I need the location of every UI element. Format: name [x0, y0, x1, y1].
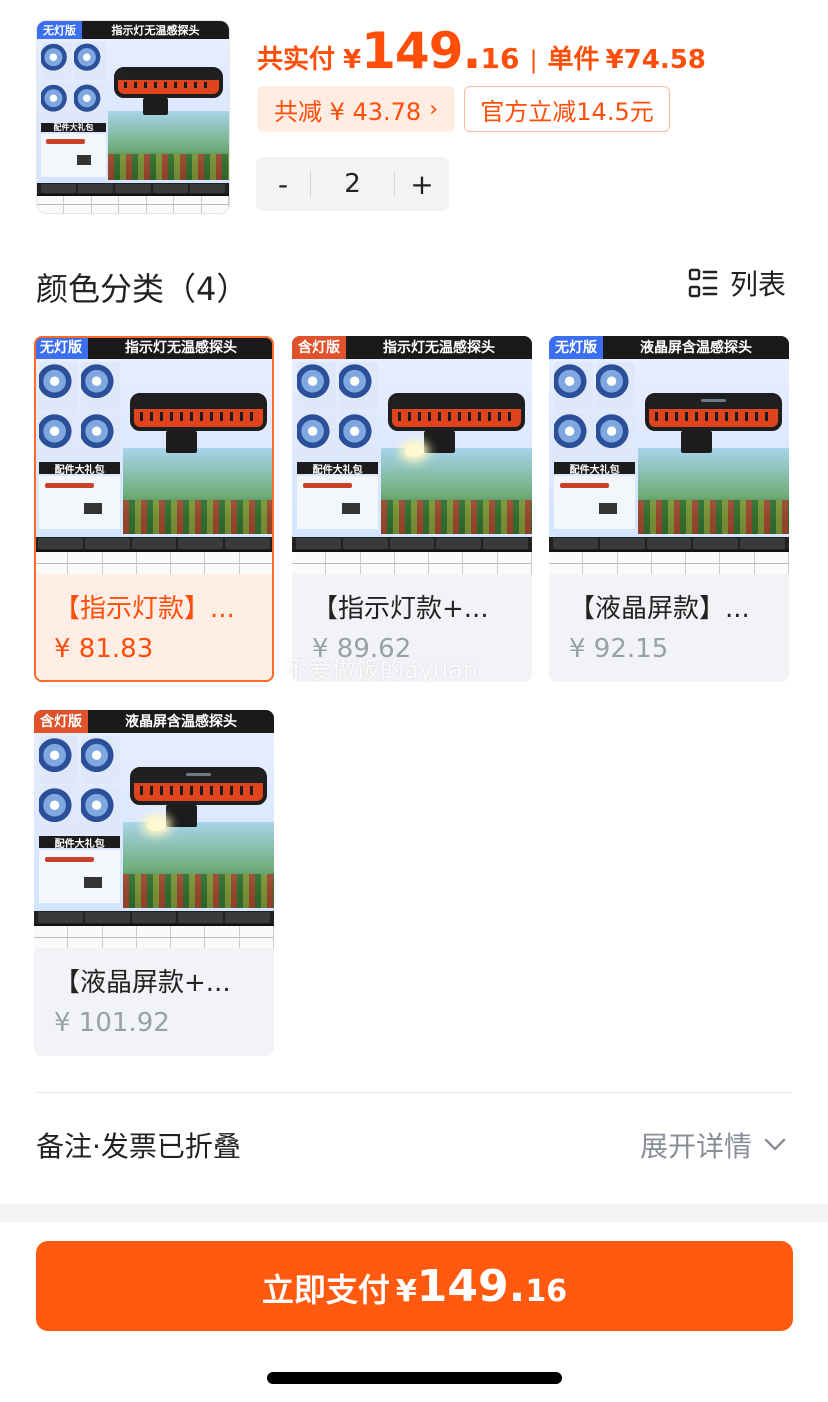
- cooling-fan-device: [130, 767, 267, 806]
- list-view-label: 列表: [730, 268, 787, 301]
- variant-image: 无灯版 液晶屏含温感探头 配件大礼包: [549, 336, 789, 574]
- cooling-fan-device: [388, 393, 525, 432]
- feature-thumbnails: [40, 42, 107, 121]
- gift-pack-label: 配件大礼包: [40, 122, 107, 133]
- unit-price-label: 单件: [547, 45, 600, 75]
- feature-icons-strip: [37, 183, 229, 194]
- variant-name: 【液晶屏款】...: [569, 594, 750, 624]
- variant-image: 含灯版 液晶屏含温感探头 配件大礼包: [34, 710, 274, 948]
- pay-currency: ¥: [395, 1274, 417, 1309]
- variant-headline: 指示灯无温感探头: [125, 340, 237, 357]
- list-view-toggle[interactable]: 列表: [688, 266, 787, 301]
- total-price-decimal: 16: [480, 42, 520, 75]
- variant-card[interactable]: 含灯版 指示灯无温感探头 配件大礼包 【指示灯款+... ¥ 89.62: [292, 336, 532, 682]
- total-price-label: 共实付: [257, 45, 336, 75]
- section-separator: [0, 1204, 828, 1222]
- quantity-value[interactable]: 2: [311, 169, 394, 199]
- variant-name: 【指示灯款+...: [312, 594, 489, 624]
- currency-symbol: ¥: [343, 45, 362, 75]
- watermark-text: 不爱做饭的ayuan: [284, 656, 479, 684]
- cooling-fan-device: [113, 67, 224, 98]
- variant-tag: 含灯版: [292, 336, 346, 359]
- divider: [36, 1092, 792, 1093]
- pay-now-button[interactable]: 立即支付 ¥ 149. 16: [36, 1241, 793, 1331]
- cooling-fan-device: [130, 393, 267, 432]
- gift-pack-label: 配件大礼包: [38, 462, 121, 476]
- variant-price: ¥ 92.15: [569, 634, 669, 664]
- spec-table: [37, 193, 229, 213]
- variant-name: 【液晶屏款+...: [54, 968, 231, 998]
- expand-details-button[interactable]: 展开详情: [640, 1125, 786, 1165]
- cooling-fan-device: [645, 393, 782, 432]
- variant-image: 无灯版 指示灯无温感探头 配件大礼包: [36, 338, 272, 574]
- variant-image: 含灯版 指示灯无温感探头 配件大礼包: [292, 336, 532, 574]
- variant-price: ¥ 81.83: [54, 634, 154, 664]
- discount-label: 共减 ¥ 43.78: [273, 97, 422, 126]
- chevron-right-icon: ›: [429, 96, 439, 122]
- image-variant-tag: 无灯版: [37, 21, 82, 40]
- gift-pack-label: 配件大礼包: [38, 836, 121, 850]
- gift-pack-contents: [40, 134, 107, 177]
- variant-tag: 含灯版: [34, 710, 88, 733]
- notes-invoice-label: 备注·发票已折叠: [36, 1130, 241, 1163]
- variants-section-title: 颜色分类（4）: [36, 270, 249, 308]
- pay-amount-decimal: 16: [525, 1274, 568, 1309]
- image-headline: 指示灯无温感探头: [111, 24, 200, 38]
- home-indicator[interactable]: [267, 1372, 562, 1384]
- pay-amount-integer: 149.: [416, 1261, 526, 1312]
- variant-headline: 指示灯无温感探头: [383, 340, 495, 357]
- product-main-image[interactable]: 无灯版 指示灯无温感探头 配件大礼包: [36, 20, 230, 214]
- total-price-integer: 149.: [361, 22, 481, 80]
- gift-pack-label: 配件大礼包: [553, 462, 636, 476]
- variant-tag: 无灯版: [549, 336, 603, 359]
- variant-card[interactable]: 无灯版 指示灯无温感探头 配件大礼包 【指示灯款】... ¥ 81.83: [34, 336, 274, 682]
- aquarium-plants: [108, 153, 229, 181]
- variant-price: ¥ 101.92: [54, 1008, 170, 1038]
- pay-now-label: 立即支付: [261, 1271, 390, 1309]
- gift-pack-label: 配件大礼包: [296, 462, 379, 476]
- variant-tag: 无灯版: [36, 338, 88, 359]
- price-separator: |: [529, 46, 538, 74]
- variant-card[interactable]: 含灯版 液晶屏含温感探头 配件大礼包 【液晶屏款+... ¥ 101.92: [34, 710, 274, 1056]
- unit-price-value: ¥74.58: [605, 45, 706, 75]
- expand-details-label: 展开详情: [640, 1130, 753, 1163]
- mount-clip: [142, 97, 168, 116]
- image-title-bar: 无灯版 指示灯无温感探头: [37, 21, 229, 40]
- variant-card[interactable]: 无灯版 液晶屏含温感探头 配件大礼包 【液晶屏款】... ¥ 92.15: [549, 336, 789, 682]
- increase-quantity-button[interactable]: +: [395, 157, 449, 211]
- chevron-down-icon: [764, 1138, 786, 1151]
- total-price-line: 共实付 ¥ 149. 16 | 单件 ¥74.58: [257, 22, 706, 80]
- decrease-quantity-button[interactable]: -: [256, 157, 310, 211]
- variant-headline: 液晶屏含温感探头: [125, 714, 237, 731]
- list-view-icon: [688, 268, 718, 298]
- discount-detail-chip[interactable]: 共减 ¥ 43.78 ›: [257, 86, 455, 132]
- variant-name: 【指示灯款】...: [54, 594, 235, 624]
- official-coupon-chip[interactable]: 官方立减14.5元: [464, 86, 670, 132]
- variant-headline: 液晶屏含温感探头: [640, 340, 752, 357]
- quantity-stepper: - 2 +: [256, 157, 449, 211]
- coupon-label: 官方立减14.5元: [480, 97, 654, 126]
